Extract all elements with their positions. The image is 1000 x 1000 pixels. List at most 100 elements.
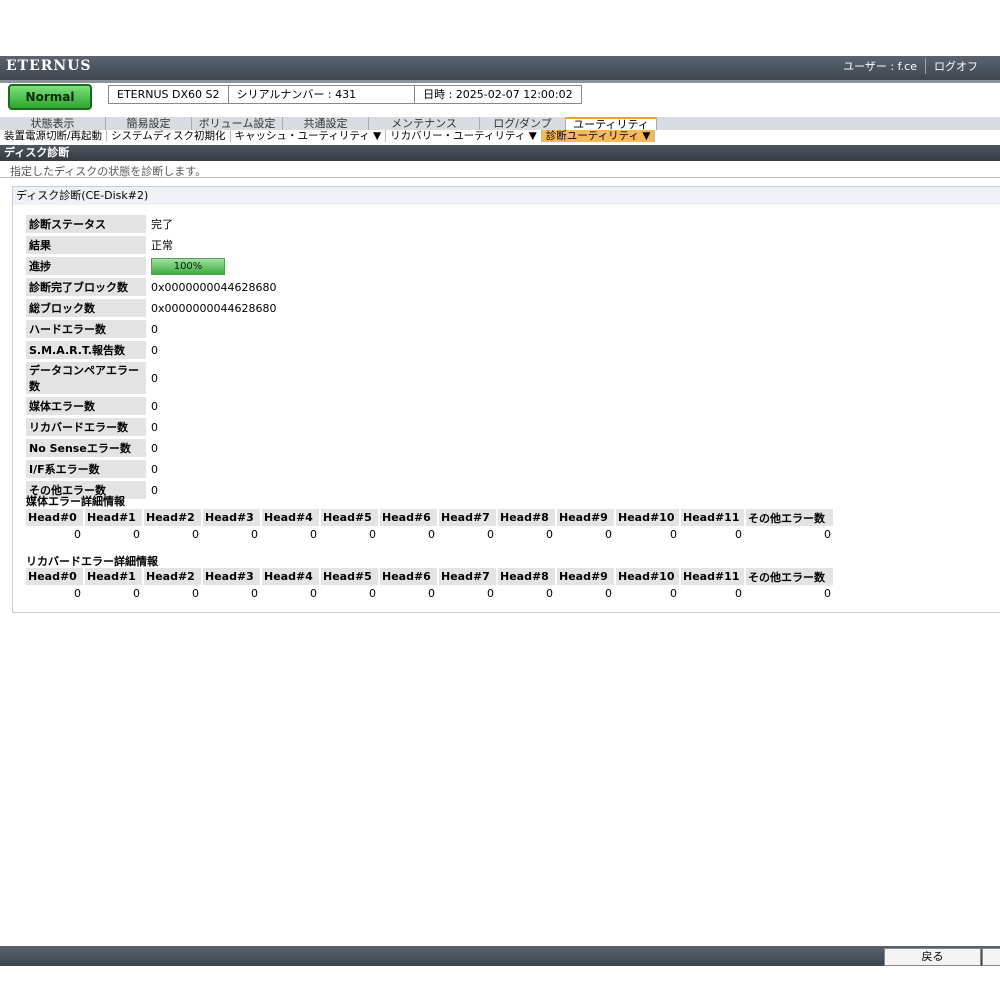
row-label: 媒体エラー数: [26, 397, 146, 415]
row-value: 0: [151, 371, 158, 385]
row-value: 0x0000000044628680: [151, 280, 277, 294]
row-label: 総ブロック数: [26, 299, 146, 317]
column-header: Head#4: [262, 568, 321, 585]
tab-common-settings[interactable]: 共通設定: [283, 117, 369, 130]
device-datetime: 日時 : 2025-02-07 12:00:02: [423, 88, 573, 101]
column-header: Head#2: [144, 509, 203, 526]
table-cell: 0: [251, 587, 258, 600]
subtab-power-off-restart[interactable]: 装置電源切断/再起動: [0, 130, 108, 142]
table-row: No Senseエラー数 0: [26, 439, 280, 457]
table-row: データコンペアエラー数 0: [26, 362, 280, 394]
table-cell: 0: [74, 528, 81, 541]
table-cell: 0: [192, 587, 199, 600]
page-title: ディスク診断: [0, 145, 1000, 161]
row-value: 0: [151, 420, 158, 434]
table-cell: 0: [428, 528, 435, 541]
table-cell: 0: [487, 587, 494, 600]
row-label: I/F系エラー数: [26, 460, 146, 478]
column-header: その他エラー数: [746, 568, 835, 585]
row-value: 0: [151, 399, 158, 413]
media-error-title: 媒体エラー詳細情報: [26, 495, 125, 508]
column-header: Head#9: [557, 509, 616, 526]
back-button[interactable]: 戻る: [884, 948, 981, 966]
panel-title: ディスク診断(CE-Disk#2): [13, 187, 1000, 205]
user-info: ユーザー : f.ce ログオフ: [835, 58, 986, 74]
tab-status[interactable]: 状態表示: [0, 117, 106, 130]
status-button[interactable]: Normal: [8, 84, 92, 110]
device-info: ETERNUS DX60 S2 シリアルナンバー : 431 日時 : 2025…: [108, 85, 582, 104]
column-header: Head#2: [144, 568, 203, 585]
column-header: Head#7: [439, 509, 498, 526]
table-row: 結果 正常: [26, 236, 280, 254]
logoff-link[interactable]: ログオフ: [925, 58, 986, 74]
device-serial: シリアルナンバー : 431: [229, 86, 416, 103]
column-header: Head#1: [85, 568, 144, 585]
table-cell: 0: [487, 528, 494, 541]
row-label: リカバードエラー数: [26, 418, 146, 436]
column-header: Head#5: [321, 509, 380, 526]
row-label: S.M.A.R.T.報告数: [26, 341, 146, 359]
table-cell: 0: [310, 587, 317, 600]
progress-bar: 100%: [151, 257, 225, 275]
column-header: Head#9: [557, 568, 616, 585]
tab-log-dump[interactable]: ログ/ダンプ: [480, 117, 566, 130]
value-row: 0 0 0 0 0 0 0 0 0 0 0 0 0: [26, 526, 835, 543]
brand-logo: ETERNUS: [6, 58, 92, 74]
row-label: 診断完了ブロック数: [26, 278, 146, 296]
column-header: Head#11: [681, 568, 746, 585]
row-value: 0: [151, 343, 158, 357]
serial-mask: [356, 89, 407, 101]
tab-utility[interactable]: ユーティリティ: [566, 117, 657, 130]
table-cell: 0: [605, 587, 612, 600]
serial-text: シリアルナンバー : 431: [236, 88, 357, 101]
tab-easy-setup[interactable]: 簡易設定: [106, 117, 192, 130]
table-cell: 0: [133, 587, 140, 600]
tab-volume-settings[interactable]: ボリューム設定: [192, 117, 283, 130]
table-cell: 0: [369, 587, 376, 600]
tab-maintenance[interactable]: メンテナンス: [369, 117, 480, 130]
table-row: 総ブロック数 0x0000000044628680: [26, 299, 280, 317]
subtab-diagnostic-utility[interactable]: 診断ユーティリティ ▼: [541, 130, 656, 142]
table-cell: 0: [605, 528, 612, 541]
row-value: 0: [151, 483, 158, 497]
table-cell: 0: [133, 528, 140, 541]
header-stripe: [0, 80, 1000, 83]
value-row: 0 0 0 0 0 0 0 0 0 0 0 0 0: [26, 585, 835, 602]
row-label: No Senseエラー数: [26, 439, 146, 457]
row-value: 正常: [151, 239, 173, 252]
column-header: Head#7: [439, 568, 498, 585]
table-cell: 0: [824, 587, 831, 600]
column-header: Head#8: [498, 568, 557, 585]
recovered-error-title: リカバードエラー詳細情報: [26, 555, 158, 568]
table-cell: 0: [192, 528, 199, 541]
column-header: Head#8: [498, 509, 557, 526]
table-cell: 0: [824, 528, 831, 541]
column-header: Head#10: [616, 509, 681, 526]
column-header: Head#4: [262, 509, 321, 526]
table-cell: 0: [546, 528, 553, 541]
subtab-system-disk-init[interactable]: システムディスク初期化: [107, 130, 231, 142]
column-header: Head#10: [616, 568, 681, 585]
table-cell: 0: [546, 587, 553, 600]
diagnosis-info-table: 診断ステータス 完了 結果 正常 進捗 100% 診断完了ブロック数 0x000000…: [26, 212, 280, 502]
row-label: 進捗: [26, 257, 146, 275]
column-header: Head#11: [681, 509, 746, 526]
table-row: S.M.A.R.T.報告数 0: [26, 341, 280, 359]
column-header: Head#0: [26, 509, 85, 526]
table-row: リカバードエラー数 0: [26, 418, 280, 436]
column-header: その他エラー数: [746, 509, 835, 526]
row-label: データコンペアエラー数: [26, 362, 146, 394]
recovered-error-table: Head#0 Head#1 Head#2 Head#3 Head#4 Head#5 Head…: [26, 568, 835, 602]
subtab-recovery-utility[interactable]: リカバリー・ユーティリティ ▼: [386, 130, 542, 142]
table-cell: 0: [251, 528, 258, 541]
row-value: 100%: [146, 257, 280, 275]
table-cell: 0: [735, 587, 742, 600]
column-header: Head#3: [203, 568, 262, 585]
user-label: ユーザー : f.ce: [843, 60, 917, 73]
subtab-cache-utility[interactable]: キャッシュ・ユーティリティ ▼: [231, 130, 387, 142]
row-value: 0x0000000044628680: [151, 301, 277, 315]
header-row: Head#0 Head#1 Head#2 Head#3 Head#4 Head#5 Head…: [26, 509, 835, 526]
table-cell: 0: [74, 587, 81, 600]
divider: [0, 177, 1000, 178]
column-header: Head#6: [380, 568, 439, 585]
